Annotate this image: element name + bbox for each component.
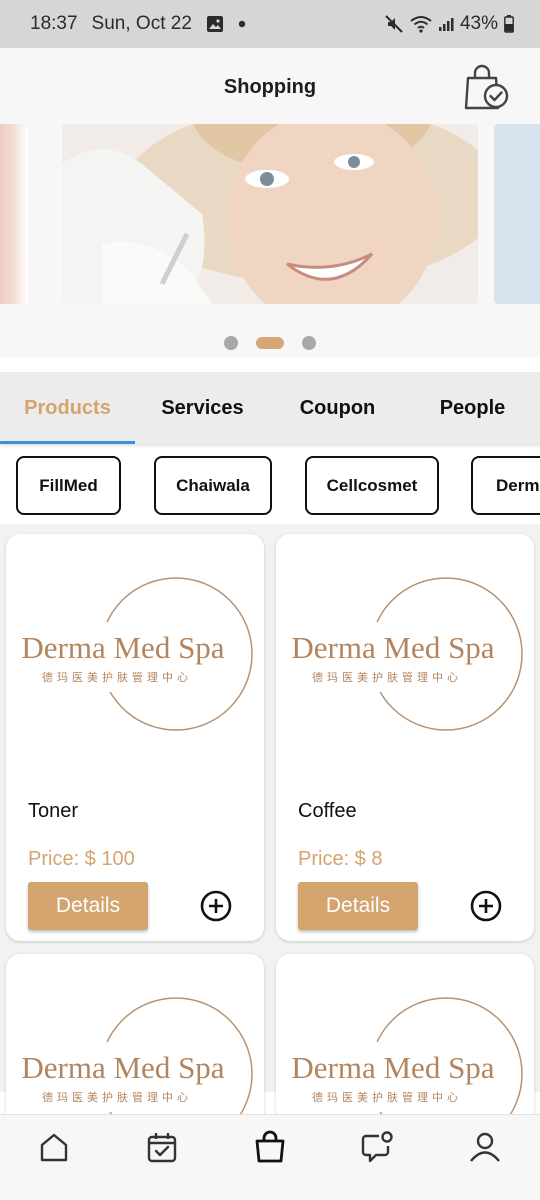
brand-filter-row: FillMed Chaiwala Cellcosmet Derma	[0, 456, 540, 516]
gallery-icon	[206, 15, 224, 33]
home-icon[interactable]	[36, 1129, 72, 1165]
carousel-slide-next[interactable]	[494, 124, 540, 304]
carousel-slide-previous[interactable]	[0, 124, 28, 304]
tab-coupon[interactable]: Coupon	[270, 372, 405, 444]
svg-text:德玛医美护肤管理中心: 德玛医美护肤管理中心	[42, 670, 192, 684]
carousel-dot-active[interactable]	[256, 337, 284, 349]
carousel-slide-current[interactable]	[62, 124, 478, 304]
category-tabs: Products Services Coupon People	[0, 372, 540, 444]
wifi-icon	[410, 15, 432, 33]
notification-dot-icon	[238, 20, 246, 28]
tab-services[interactable]: Services	[135, 372, 270, 444]
brand-chip-derma[interactable]: Derma	[471, 456, 540, 515]
svg-text:德玛医美护肤管理中心: 德玛医美护肤管理中心	[42, 1090, 192, 1104]
derma-med-spa-logo: Derma Med Spa 德玛医美护肤管理中心	[286, 577, 523, 731]
svg-text:Derma Med Spa: Derma Med Spa	[21, 630, 224, 665]
details-button[interactable]: Details	[28, 882, 148, 930]
product-grid: Derma Med Spa 德玛医美护肤管理中心 Toner Price: $ …	[0, 524, 540, 1154]
product-name: Toner	[28, 800, 79, 822]
add-to-cart-icon[interactable]	[470, 890, 502, 922]
svg-text:Derma Med Spa: Derma Med Spa	[291, 1050, 494, 1085]
profile-icon[interactable]	[467, 1129, 503, 1165]
spa-treatment-photo	[62, 124, 478, 304]
calendar-check-icon[interactable]	[144, 1129, 180, 1165]
promo-carousel[interactable]	[0, 124, 540, 358]
brand-chip-chaiwala[interactable]: Chaiwala	[154, 456, 272, 515]
carousel-dot[interactable]	[302, 336, 316, 350]
svg-text:德玛医美护肤管理中心: 德玛医美护肤管理中心	[312, 670, 462, 684]
page-title: Shopping	[223, 76, 317, 98]
mute-icon	[384, 14, 404, 34]
brand-chip-fillmed[interactable]: FillMed	[16, 456, 121, 515]
section-divider	[0, 358, 540, 372]
orders-bag-check-icon[interactable]	[462, 64, 512, 117]
signal-icon	[438, 16, 454, 32]
shopping-bag-icon[interactable]	[252, 1129, 288, 1165]
add-to-cart-icon[interactable]	[200, 890, 232, 922]
product-price: Price: $ 100	[28, 848, 135, 870]
svg-text:德玛医美护肤管理中心: 德玛医美护肤管理中心	[312, 1090, 462, 1104]
bottom-navigation	[0, 1114, 540, 1200]
brand-chip-cellcosmet[interactable]: Cellcosmet	[305, 456, 439, 515]
app-header: Shopping	[0, 48, 540, 124]
product-card[interactable]: Derma Med Spa 德玛医美护肤管理中心 Toner Price: $ …	[6, 534, 264, 941]
product-name: Coffee	[298, 800, 357, 822]
product-price: Price: $ 8	[298, 848, 383, 870]
product-card[interactable]: Derma Med Spa 德玛医美护肤管理中心 Coffee Price: $…	[276, 534, 534, 941]
status-time: 18:37	[30, 13, 78, 34]
svg-text:Derma Med Spa: Derma Med Spa	[291, 630, 494, 665]
battery-icon	[504, 15, 514, 33]
status-date: Sun, Oct 22	[91, 13, 192, 34]
chat-notification-icon[interactable]	[359, 1129, 395, 1165]
carousel-indicator	[0, 336, 540, 350]
tab-products[interactable]: Products	[0, 372, 135, 444]
carousel-dot[interactable]	[224, 336, 238, 350]
tab-people[interactable]: People	[405, 372, 540, 444]
details-button[interactable]: Details	[298, 882, 418, 930]
battery-percent: 43%	[459, 13, 498, 34]
status-bar: 18:37 Sun, Oct 22 43%	[0, 0, 540, 48]
derma-med-spa-logo: Derma Med Spa 德玛医美护肤管理中心	[16, 577, 253, 731]
svg-text:Derma Med Spa: Derma Med Spa	[21, 1050, 224, 1085]
